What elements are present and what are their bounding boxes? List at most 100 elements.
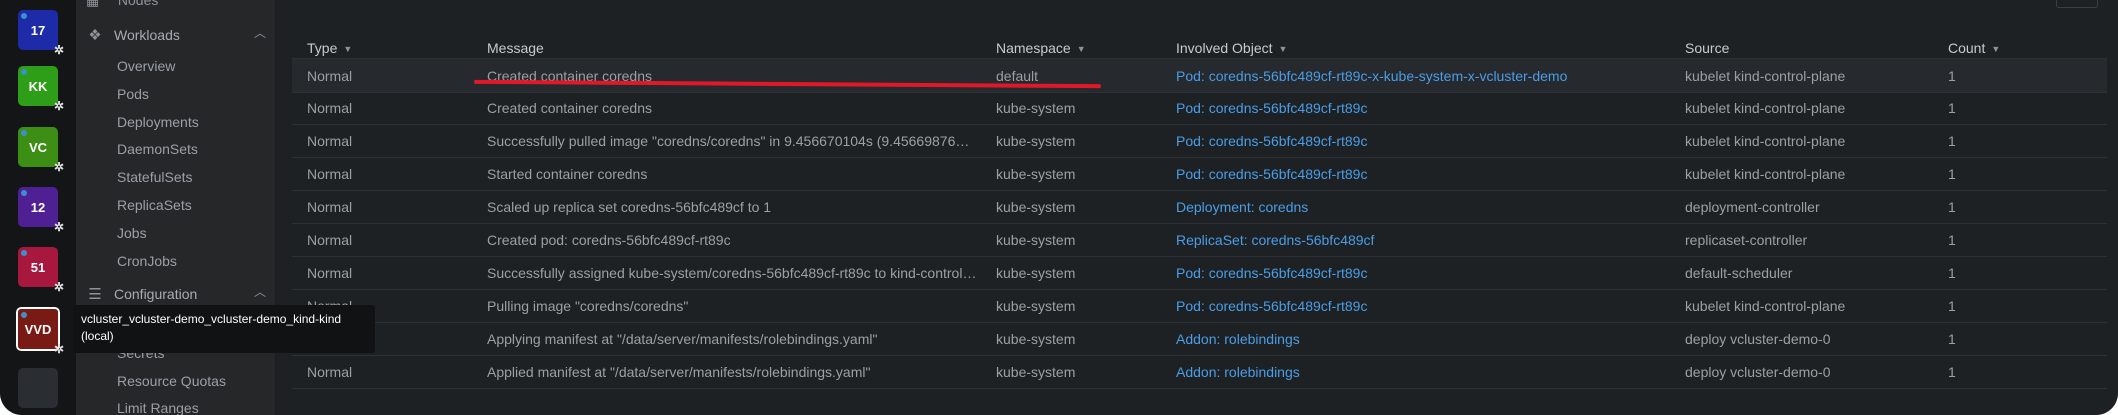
table-row[interactable]: Normal Successfully assigned kube-system…	[292, 256, 2107, 290]
cell-message: Successfully pulled image "coredns/cored…	[487, 133, 977, 149]
sidebar-item-deployments[interactable]: Deployments	[117, 114, 199, 130]
cluster-icon-51[interactable]: 51 ✲	[18, 247, 64, 293]
involved-object-link[interactable]: Pod: coredns-56bfc489cf-rt89c-x-kube-sys…	[1176, 68, 1676, 84]
cluster-icon-17[interactable]: 17 ✲	[18, 10, 64, 56]
gear-icon[interactable]: ✲	[54, 44, 64, 56]
involved-object-link[interactable]: Addon: rolebindings	[1176, 364, 1676, 380]
cell-namespace: kube-system	[996, 100, 1076, 116]
sidebar-item-cronjobs[interactable]: CronJobs	[117, 253, 177, 269]
add-cluster-slot[interactable]	[18, 368, 58, 408]
table-row[interactable]: Normal Scaled up replica set coredns-56b…	[292, 190, 2107, 224]
involved-object-link[interactable]: Pod: coredns-56bfc489cf-rt89c	[1176, 298, 1676, 314]
gear-icon[interactable]: ✲	[54, 281, 64, 293]
sidebar-item-statefulsets[interactable]: StatefulSets	[117, 169, 193, 185]
cell-source: kubelet kind-control-plane	[1685, 166, 1846, 182]
cell-namespace: kube-system	[996, 232, 1076, 248]
table-row[interactable]: Normal Created container coredns kube-sy…	[292, 91, 2107, 125]
cell-count: 1	[1948, 199, 1956, 215]
involved-object-link[interactable]: Pod: coredns-56bfc489cf-rt89c	[1176, 265, 1676, 281]
sidebar-item-pods[interactable]: Pods	[117, 86, 149, 102]
cluster-icon-12[interactable]: 12 ✲	[18, 187, 64, 233]
cell-source: kubelet kind-control-plane	[1685, 298, 1846, 314]
sidebar-item-replicasets[interactable]: ReplicaSets	[117, 197, 192, 213]
table-row[interactable]: Normal Created container coredns default…	[292, 58, 2107, 93]
cluster-label: 12	[30, 199, 46, 215]
involved-object-link[interactable]: Deployment: coredns	[1176, 199, 1676, 215]
cell-namespace: kube-system	[996, 133, 1076, 149]
cell-message: Started container coredns	[487, 166, 648, 182]
sidebar-item-nodes[interactable]: ▦ Nodes	[86, 0, 158, 9]
cell-source: deployment-controller	[1685, 199, 1820, 215]
cell-count: 1	[1948, 68, 1956, 84]
cell-count: 1	[1948, 298, 1956, 314]
sidebar-section-workloads[interactable]: ❖ Workloads ︿	[86, 26, 266, 44]
column-header-message[interactable]: Message	[487, 40, 544, 56]
cell-namespace: kube-system	[996, 166, 1076, 182]
table-row[interactable]: Normal Started container coredns kube-sy…	[292, 157, 2107, 191]
chevron-up-icon[interactable]: ︿	[254, 283, 266, 300]
involved-object-link[interactable]: ReplicaSet: coredns-56bfc489cf	[1176, 232, 1676, 248]
involved-object-link[interactable]: Addon: rolebindings	[1176, 331, 1676, 347]
cell-message: Applied manifest at "/data/server/manife…	[487, 364, 871, 380]
cell-type: Normal	[307, 166, 353, 182]
involved-object-link[interactable]: Pod: coredns-56bfc489cf-rt89c	[1176, 100, 1676, 116]
table-row[interactable]: Normal Successfully pulled image "coredn…	[292, 124, 2107, 158]
cluster-icon-vvd[interactable]: VVD ✲	[14, 305, 64, 355]
app-window: 17 ✲ KK ✲ VC ✲ 12 ✲ 51 ✲ VVD ✲ ▦ Nodes ❖…	[0, 0, 2118, 415]
cluster-icon-kk[interactable]: KK ✲	[18, 66, 64, 112]
column-header-involved-object[interactable]: Involved Object ▼	[1176, 40, 1287, 56]
tooltip-cluster-context: (local)	[81, 329, 114, 343]
table-row[interactable]: Normal Applied manifest at "/data/server…	[292, 355, 2107, 389]
cluster-label: 17	[30, 22, 46, 38]
sidebar-item-overview[interactable]: Overview	[117, 58, 175, 74]
table-row[interactable]: Normal Applying manifest at "/data/serve…	[292, 322, 2107, 356]
sidebar-item-resource-quotas[interactable]: Resource Quotas	[117, 373, 226, 389]
cell-namespace: kube-system	[996, 331, 1076, 347]
table-row[interactable]: Normal Pulling image "coredns/coredns" k…	[292, 289, 2107, 323]
column-header-source[interactable]: Source	[1685, 40, 1729, 56]
cell-message: Scaled up replica set coredns-56bfc489cf…	[487, 199, 772, 215]
involved-object-link[interactable]: Pod: coredns-56bfc489cf-rt89c	[1176, 133, 1676, 149]
cell-source: kubelet kind-control-plane	[1685, 100, 1846, 116]
gear-icon[interactable]: ✲	[54, 100, 64, 112]
sidebar-item-daemonsets[interactable]: DaemonSets	[117, 141, 198, 157]
sort-caret-icon: ▼	[1076, 44, 1086, 55]
status-dot	[21, 312, 27, 318]
cell-type: Normal	[307, 68, 353, 84]
cell-type: Normal	[307, 265, 353, 281]
cell-type: Normal	[307, 133, 353, 149]
cell-count: 1	[1948, 364, 1956, 380]
sidebar-item-jobs[interactable]: Jobs	[117, 225, 147, 241]
gear-icon[interactable]: ✲	[54, 343, 64, 355]
cell-count: 1	[1948, 133, 1956, 149]
table-row[interactable]: Normal Created pod: coredns-56bfc489cf-r…	[292, 223, 2107, 257]
sidebar-item-limit-ranges[interactable]: Limit Ranges	[117, 400, 199, 415]
cell-message: Created container coredns	[487, 100, 652, 116]
menu-button[interactable]	[2056, 0, 2098, 8]
cell-namespace: kube-system	[996, 265, 1076, 281]
column-header-type[interactable]: Type ▼	[307, 40, 352, 56]
gear-icon[interactable]: ✲	[54, 161, 64, 173]
status-dot	[21, 250, 27, 256]
chevron-up-icon[interactable]: ︿	[254, 24, 266, 41]
column-header-count[interactable]: Count ▼	[1948, 40, 2000, 56]
cell-namespace: kube-system	[996, 364, 1076, 380]
cell-message: Successfully assigned kube-system/coredn…	[487, 265, 977, 281]
sidebar-section-configuration[interactable]: ☰ Configuration ︿	[86, 285, 266, 303]
cluster-tooltip: vcluster_vcluster-demo_vcluster-demo_kin…	[73, 305, 375, 353]
sort-caret-icon: ▼	[1278, 44, 1288, 55]
cell-type: Normal	[307, 199, 353, 215]
cluster-label: VVD	[24, 321, 52, 337]
cluster-icon-vc[interactable]: VC ✲	[18, 127, 64, 173]
cell-message: Pulling image "coredns/coredns"	[487, 298, 689, 314]
involved-object-link[interactable]: Pod: coredns-56bfc489cf-rt89c	[1176, 166, 1676, 182]
cell-type: Normal	[307, 232, 353, 248]
gear-icon[interactable]: ✲	[54, 221, 64, 233]
status-dot	[21, 190, 27, 196]
cluster-label: KK	[28, 78, 48, 94]
cell-count: 1	[1948, 100, 1956, 116]
column-header-namespace[interactable]: Namespace ▼	[996, 40, 1086, 56]
workloads-icon: ❖	[88, 27, 102, 44]
list-icon: ☰	[88, 286, 102, 303]
events-panel: Type ▼ Message Namespace ▼ Involved Object…	[280, 0, 2118, 415]
